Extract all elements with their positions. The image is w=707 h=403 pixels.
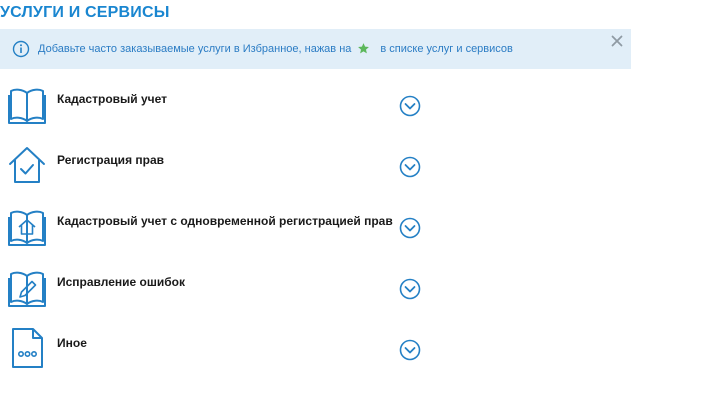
service-item-cadastral-with-registration[interactable]: Кадастровый учет с одновременной регистр… xyxy=(0,202,460,263)
info-text-before: Добавьте часто заказываемые услуги в Изб… xyxy=(38,42,352,55)
chevron-down-icon[interactable] xyxy=(399,339,421,361)
house-check-icon xyxy=(8,144,46,186)
service-label: Исправление ошибок xyxy=(57,275,185,289)
info-text-after: в списке услуг и сервисов xyxy=(380,42,513,55)
star-icon xyxy=(357,42,370,55)
service-item-other[interactable]: Иное xyxy=(0,324,460,385)
service-label: Регистрация прав xyxy=(57,153,165,167)
service-item-rights-registration[interactable]: Регистрация прав xyxy=(0,141,460,202)
service-label: Кадастровый учет с одновременной регистр… xyxy=(57,214,393,228)
book-house-icon xyxy=(8,205,46,247)
chevron-down-icon[interactable] xyxy=(399,217,421,239)
chevron-down-icon[interactable] xyxy=(399,278,421,300)
book-icon xyxy=(8,83,46,125)
service-label: Иное xyxy=(57,336,87,350)
document-dots-icon xyxy=(8,327,46,369)
service-list: Кадастровый учет Регистрация прав Кадаст… xyxy=(0,80,460,385)
info-icon xyxy=(12,40,30,58)
page-title: УСЛУГИ И СЕРВИСЫ xyxy=(0,4,170,21)
chevron-down-icon[interactable] xyxy=(399,95,421,117)
chevron-down-icon[interactable] xyxy=(399,156,421,178)
service-label: Кадастровый учет xyxy=(57,92,168,106)
book-pencil-icon xyxy=(8,266,46,308)
info-banner: Добавьте часто заказываемые услуги в Изб… xyxy=(0,29,631,69)
service-item-cadastral[interactable]: Кадастровый учет xyxy=(0,80,460,141)
info-banner-text: Добавьте часто заказываемые услуги в Изб… xyxy=(38,42,513,55)
close-icon[interactable] xyxy=(611,35,623,47)
service-item-error-correction[interactable]: Исправление ошибок xyxy=(0,263,460,324)
